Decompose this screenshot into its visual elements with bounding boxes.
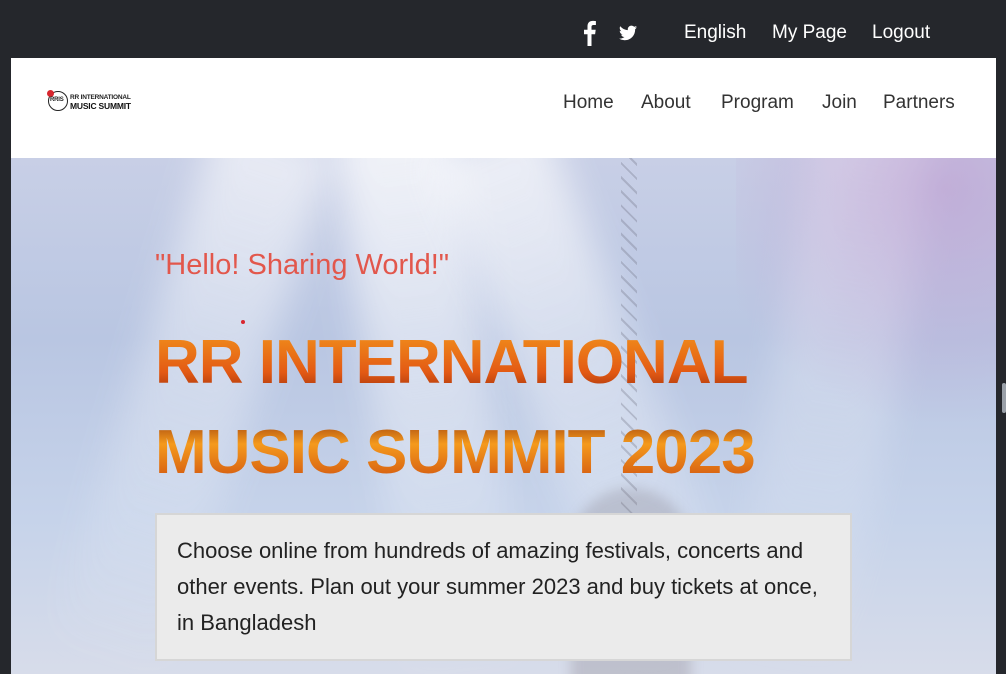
- hero-title-line1: RR INTERNATIONAL: [155, 328, 748, 397]
- hero-title: RR INTERNATIONAL MUSIC SUMMIT 2023: [155, 318, 755, 498]
- logo-dot: [47, 90, 54, 97]
- hero-section: "Hello! Sharing World!" RR INTERNATIONAL…: [11, 158, 996, 674]
- logo-text-line2: MUSIC SUMMIT: [70, 101, 131, 111]
- title-accent-dot: [241, 320, 245, 324]
- logo-mark-text: RRIS: [50, 97, 64, 103]
- hero-description-box: Choose online from hundreds of amazing f…: [155, 513, 852, 661]
- site-header: RRIS RR INTERNATIONAL MUSIC SUMMIT Home …: [11, 58, 996, 158]
- scrollbar-thumb[interactable]: [1002, 383, 1006, 413]
- window-frame-right: [996, 0, 1006, 674]
- hero-title-line2: MUSIC SUMMIT 2023: [155, 418, 755, 487]
- twitter-icon[interactable]: [619, 24, 637, 42]
- nav-program[interactable]: Program: [721, 91, 794, 115]
- nav-about[interactable]: About: [641, 91, 691, 115]
- my-page-link[interactable]: My Page: [772, 20, 847, 46]
- nav-partners[interactable]: Partners: [883, 91, 955, 115]
- logo-mark: RRIS: [47, 90, 68, 111]
- hero-tagline: "Hello! Sharing World!": [155, 249, 450, 281]
- nav-join[interactable]: Join: [822, 91, 857, 115]
- facebook-icon[interactable]: [581, 20, 597, 46]
- top-bar: English My Page Logout: [11, 8, 996, 58]
- hero-description: Choose online from hundreds of amazing f…: [177, 538, 818, 635]
- nav-home[interactable]: Home: [563, 91, 614, 115]
- language-link[interactable]: English: [684, 20, 746, 46]
- window-frame-left: [0, 0, 11, 674]
- hero-tint: [736, 158, 996, 458]
- logout-link[interactable]: Logout: [872, 20, 930, 46]
- logo-text-line1: RR INTERNATIONAL: [70, 94, 131, 101]
- site-logo[interactable]: RRIS RR INTERNATIONAL MUSIC SUMMIT: [47, 90, 131, 113]
